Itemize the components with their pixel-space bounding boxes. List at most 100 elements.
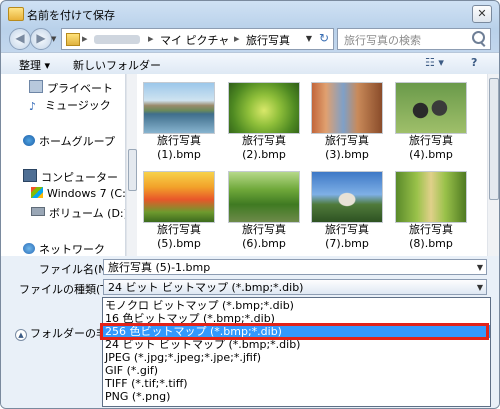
navigation-pane: プライベート ♪ ミュージック ホームグループ コンピューター Windows 7…	[1, 74, 126, 256]
file-list-scrollbar[interactable]	[487, 74, 499, 256]
nav-item-homegroup[interactable]: ホームグループ	[23, 133, 115, 149]
network-icon	[23, 243, 35, 254]
folder-icon	[66, 33, 80, 46]
nav-item-drive-c[interactable]: Windows 7 (C:)	[31, 187, 126, 200]
nav-item-label: プライベート	[47, 82, 113, 95]
photo-ducks-thumbnail	[395, 82, 467, 134]
file-extension: (8).bmp	[409, 237, 453, 250]
nav-item-network[interactable]: ネットワーク	[23, 241, 105, 256]
breadcrumb-my-pictures[interactable]: マイ ピクチャ	[160, 32, 229, 48]
nav-item-music[interactable]: ♪ ミュージック	[29, 97, 111, 113]
save-as-dialog: 名前を付けて保存 ✕ ◀ ▶ ▼ ▸ ▸ マイ ピクチャ ▸ 旅行写真 ▼ ↻ …	[0, 0, 500, 409]
nav-item-drive-d[interactable]: ボリューム (D:)	[31, 205, 126, 221]
file-name: 旅行写真	[242, 223, 286, 236]
search-icon[interactable]	[472, 31, 485, 44]
help-icon[interactable]: ?	[471, 56, 477, 69]
folder-icon	[8, 7, 24, 21]
file-name: 旅行写真	[242, 134, 286, 147]
chevron-down-icon[interactable]: ▼	[477, 280, 483, 296]
filetype-option[interactable]: JPEG (*.jpg;*.jpeg;*.jpe;*.jfif)	[103, 351, 490, 364]
photo-city-thumbnail	[311, 82, 383, 134]
file-name: 旅行写真	[157, 223, 201, 236]
file-extension: (1).bmp	[157, 148, 201, 161]
nav-item-label: ミュージック	[45, 99, 111, 112]
filetype-option-selected[interactable]: 256 色ビットマップ (*.bmp;*.dib)	[103, 325, 490, 338]
file-item[interactable]: 旅行写真 (7).bmp	[307, 171, 387, 251]
photo-path-thumbnail	[395, 171, 467, 223]
forward-button[interactable]: ▶	[30, 28, 52, 50]
filename-input[interactable]: 旅行写真 (5)-1.bmp ▼	[103, 259, 487, 275]
file-name: 旅行写真	[409, 134, 453, 147]
file-extension: (7).bmp	[325, 237, 369, 250]
filetype-value[interactable]: 24 ビット ビットマップ (*.bmp;*.dib)	[108, 281, 303, 294]
scrollbar-thumb[interactable]	[489, 78, 499, 200]
filetype-dropdown-list: モノクロ ビットマップ (*.bmp;*.dib) 16 色ビットマップ (*.…	[102, 297, 491, 407]
computer-icon	[23, 169, 37, 182]
file-name: 旅行写真	[325, 223, 369, 236]
breadcrumb-travel-photos[interactable]: 旅行写真	[246, 32, 290, 48]
nav-item-label: ボリューム (D:)	[49, 207, 126, 220]
music-note-icon: ♪	[29, 100, 37, 113]
filetype-label: ファイルの種類(T):	[19, 283, 116, 296]
file-item[interactable]: 旅行写真 (6).bmp	[224, 171, 304, 251]
close-button[interactable]: ✕	[472, 5, 492, 23]
file-item[interactable]: 旅行写真 (8).bmp	[391, 171, 471, 251]
file-item[interactable]: 旅行写真 (2).bmp	[224, 82, 304, 162]
nav-item-private[interactable]: プライベート	[29, 80, 113, 96]
filetype-select[interactable]: 24 ビット ビットマップ (*.bmp;*.dib) ▼	[103, 279, 487, 295]
file-extension: (5).bmp	[157, 237, 201, 250]
photo-castle-thumbnail	[311, 171, 383, 223]
file-extension: (3).bmp	[325, 148, 369, 161]
file-extension: (4).bmp	[409, 148, 453, 161]
refresh-icon[interactable]: ↻	[319, 31, 329, 45]
history-dropdown-icon[interactable]: ▼	[51, 35, 56, 43]
filetype-option[interactable]: GIF (*.gif)	[103, 364, 490, 377]
address-row: ◀ ▶ ▼ ▸ ▸ マイ ピクチャ ▸ 旅行写真 ▼ ↻ 旅行写真の検索	[1, 26, 499, 52]
file-name: 旅行写真	[157, 134, 201, 147]
photo-bird-thumbnail	[228, 82, 300, 134]
breadcrumb-separator[interactable]: ▸	[148, 32, 154, 45]
organize-button[interactable]: 整理 ▾	[19, 57, 50, 73]
search-placeholder[interactable]: 旅行写真の検索	[344, 32, 421, 48]
file-item[interactable]: 旅行写真 (3).bmp	[307, 82, 387, 162]
file-item[interactable]: 旅行写真 (4).bmp	[391, 82, 471, 162]
drive-icon	[31, 207, 45, 216]
windows-drive-icon	[31, 187, 43, 198]
breadcrumb-separator[interactable]: ▸	[234, 32, 240, 45]
file-name: 旅行写真	[409, 223, 453, 236]
chevron-up-icon: ▲	[15, 329, 27, 341]
file-item[interactable]: 旅行写真 (5).bmp	[139, 171, 219, 251]
nav-item-label: コンピューター	[41, 171, 118, 184]
photo-tulips-thumbnail	[143, 171, 215, 223]
back-button[interactable]: ◀	[9, 28, 31, 50]
command-bar: 整理 ▾ 新しいフォルダー ☷ ▾ ?	[1, 52, 499, 76]
file-extension: (2).bmp	[242, 148, 286, 161]
filename-value[interactable]: 旅行写真 (5)-1.bmp	[108, 261, 210, 274]
filetype-option[interactable]: TIFF (*.tif;*.tiff)	[103, 377, 490, 390]
breadcrumb-separator[interactable]: ▸	[82, 32, 88, 45]
filetype-option[interactable]: 24 ビット ビットマップ (*.bmp;*.dib)	[103, 338, 490, 351]
photo-forest-thumbnail	[228, 171, 300, 223]
title-bar: 名前を付けて保存 ✕	[1, 1, 499, 27]
file-list: 旅行写真 (1).bmp 旅行写真 (2).bmp 旅行写真 (3).bmp 旅…	[137, 74, 487, 256]
photo-canal-thumbnail	[143, 82, 215, 134]
new-folder-button[interactable]: 新しいフォルダー	[73, 57, 161, 73]
filetype-option[interactable]: PNG (*.png)	[103, 390, 490, 403]
file-extension: (6).bmp	[242, 237, 286, 250]
filetype-option[interactable]: モノクロ ビットマップ (*.bmp;*.dib)	[103, 299, 490, 312]
document-icon	[29, 80, 43, 93]
nav-item-label: ホームグループ	[39, 135, 116, 148]
filetype-option[interactable]: 16 色ビットマップ (*.bmp;*.dib)	[103, 312, 490, 325]
nav-item-computer[interactable]: コンピューター	[23, 169, 118, 185]
navigation-scrollbar[interactable]	[126, 74, 137, 256]
address-bar[interactable]: ▸ ▸ マイ ピクチャ ▸ 旅行写真 ▼ ↻	[61, 28, 334, 50]
file-name: 旅行写真	[325, 134, 369, 147]
views-button[interactable]: ☷ ▾	[425, 56, 444, 69]
nav-item-label: ネットワーク	[39, 243, 105, 256]
search-box[interactable]: 旅行写真の検索	[337, 28, 491, 50]
file-item[interactable]: 旅行写真 (1).bmp	[139, 82, 219, 162]
address-dropdown-icon[interactable]: ▼	[306, 34, 312, 43]
scrollbar-thumb[interactable]	[128, 149, 137, 191]
nav-item-label: Windows 7 (C:)	[47, 187, 126, 200]
chevron-down-icon[interactable]: ▼	[477, 260, 483, 276]
